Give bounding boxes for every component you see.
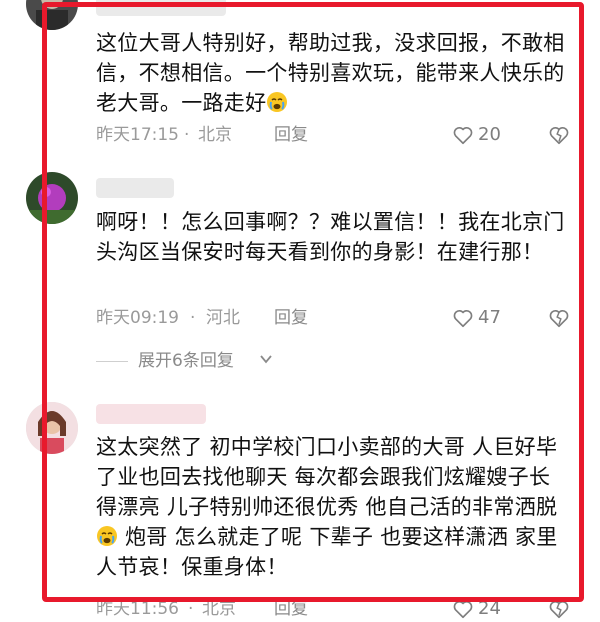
reply-button[interactable]: 回复 (274, 122, 308, 148)
crying-face-icon (97, 526, 117, 546)
comment-time: 昨天09:19 (96, 308, 179, 328)
dislike-heart-icon[interactable] (548, 598, 570, 620)
comment-location: 北京 (198, 125, 232, 145)
like-area: 24 (436, 596, 576, 622)
separator-dot: · (190, 308, 196, 328)
username[interactable] (96, 0, 226, 16)
comment-location: 河北 (206, 308, 240, 328)
crying-face-icon (267, 92, 288, 112)
avatar-image (26, 172, 78, 224)
comment-text-part: 啊呀！！怎么回事啊？？难以置信！！我在北京门头沟区当保安时每天看到你的身影！在建… (96, 210, 565, 264)
username[interactable] (96, 178, 174, 198)
avatar-image (26, 402, 78, 454)
like-count: 47 (478, 307, 501, 328)
comment-meta: 昨天17:15 · 北京 回复 20 (96, 122, 576, 148)
avatar[interactable] (26, 0, 78, 30)
avatar[interactable] (26, 402, 78, 454)
comment-text: 这位大哥人特别好，帮助过我，没求回报，不敢相信，不想相信。一个特别喜欢玩，能带来… (96, 28, 566, 118)
reply-button[interactable]: 回复 (274, 596, 308, 622)
comment-meta: 昨天09:19 · 河北 回复 47 (96, 305, 576, 331)
comment-text-part: 这太突然了 初中学校门口小卖部的大哥 人巨好毕了业也回去找他聊天 每次都会跟我们… (96, 435, 558, 519)
reply-button[interactable]: 回复 (274, 305, 308, 331)
comment-text: 这太突然了 初中学校门口小卖部的大哥 人巨好毕了业也回去找他聊天 每次都会跟我们… (96, 432, 566, 582)
expand-replies-label: 展开6条回复 (138, 351, 234, 371)
chevron-down-icon (260, 355, 272, 364)
comment-text: 啊呀！！怎么回事啊？？难以置信！！我在北京门头沟区当保安时每天看到你的身影！在建… (96, 207, 566, 267)
like-count: 20 (478, 124, 501, 145)
heart-outline-icon[interactable] (452, 598, 474, 620)
expand-replies-button[interactable]: 展开6条回复 (96, 348, 316, 374)
separator-dot: · (188, 599, 194, 619)
separator-dot: · (184, 125, 190, 145)
comment-time: 昨天17:15 (96, 125, 179, 145)
like-area: 47 (436, 305, 576, 331)
divider-line (96, 361, 128, 362)
heart-outline-icon[interactable] (452, 124, 474, 146)
like-area: 20 (436, 122, 576, 148)
dislike-heart-icon[interactable] (548, 307, 570, 329)
comment-time: 昨天11:56 (96, 599, 179, 619)
comment-location: 北京 (202, 599, 236, 619)
like-count: 24 (478, 598, 501, 619)
comment-text-part: 炮哥 怎么就走了呢 下辈子 也要这样潇洒 家里人节哀！保重身体！ (96, 525, 558, 579)
comment-text-part: 这位大哥人特别好，帮助过我，没求回报，不敢相信，不想相信。一个特别喜欢玩，能带来… (96, 31, 565, 115)
avatar-image (26, 0, 78, 30)
avatar[interactable] (26, 172, 78, 224)
comment-meta: 昨天11:56 · 北京 回复 24 (96, 596, 576, 622)
heart-outline-icon[interactable] (452, 307, 474, 329)
username[interactable] (96, 404, 206, 424)
dislike-heart-icon[interactable] (548, 124, 570, 146)
